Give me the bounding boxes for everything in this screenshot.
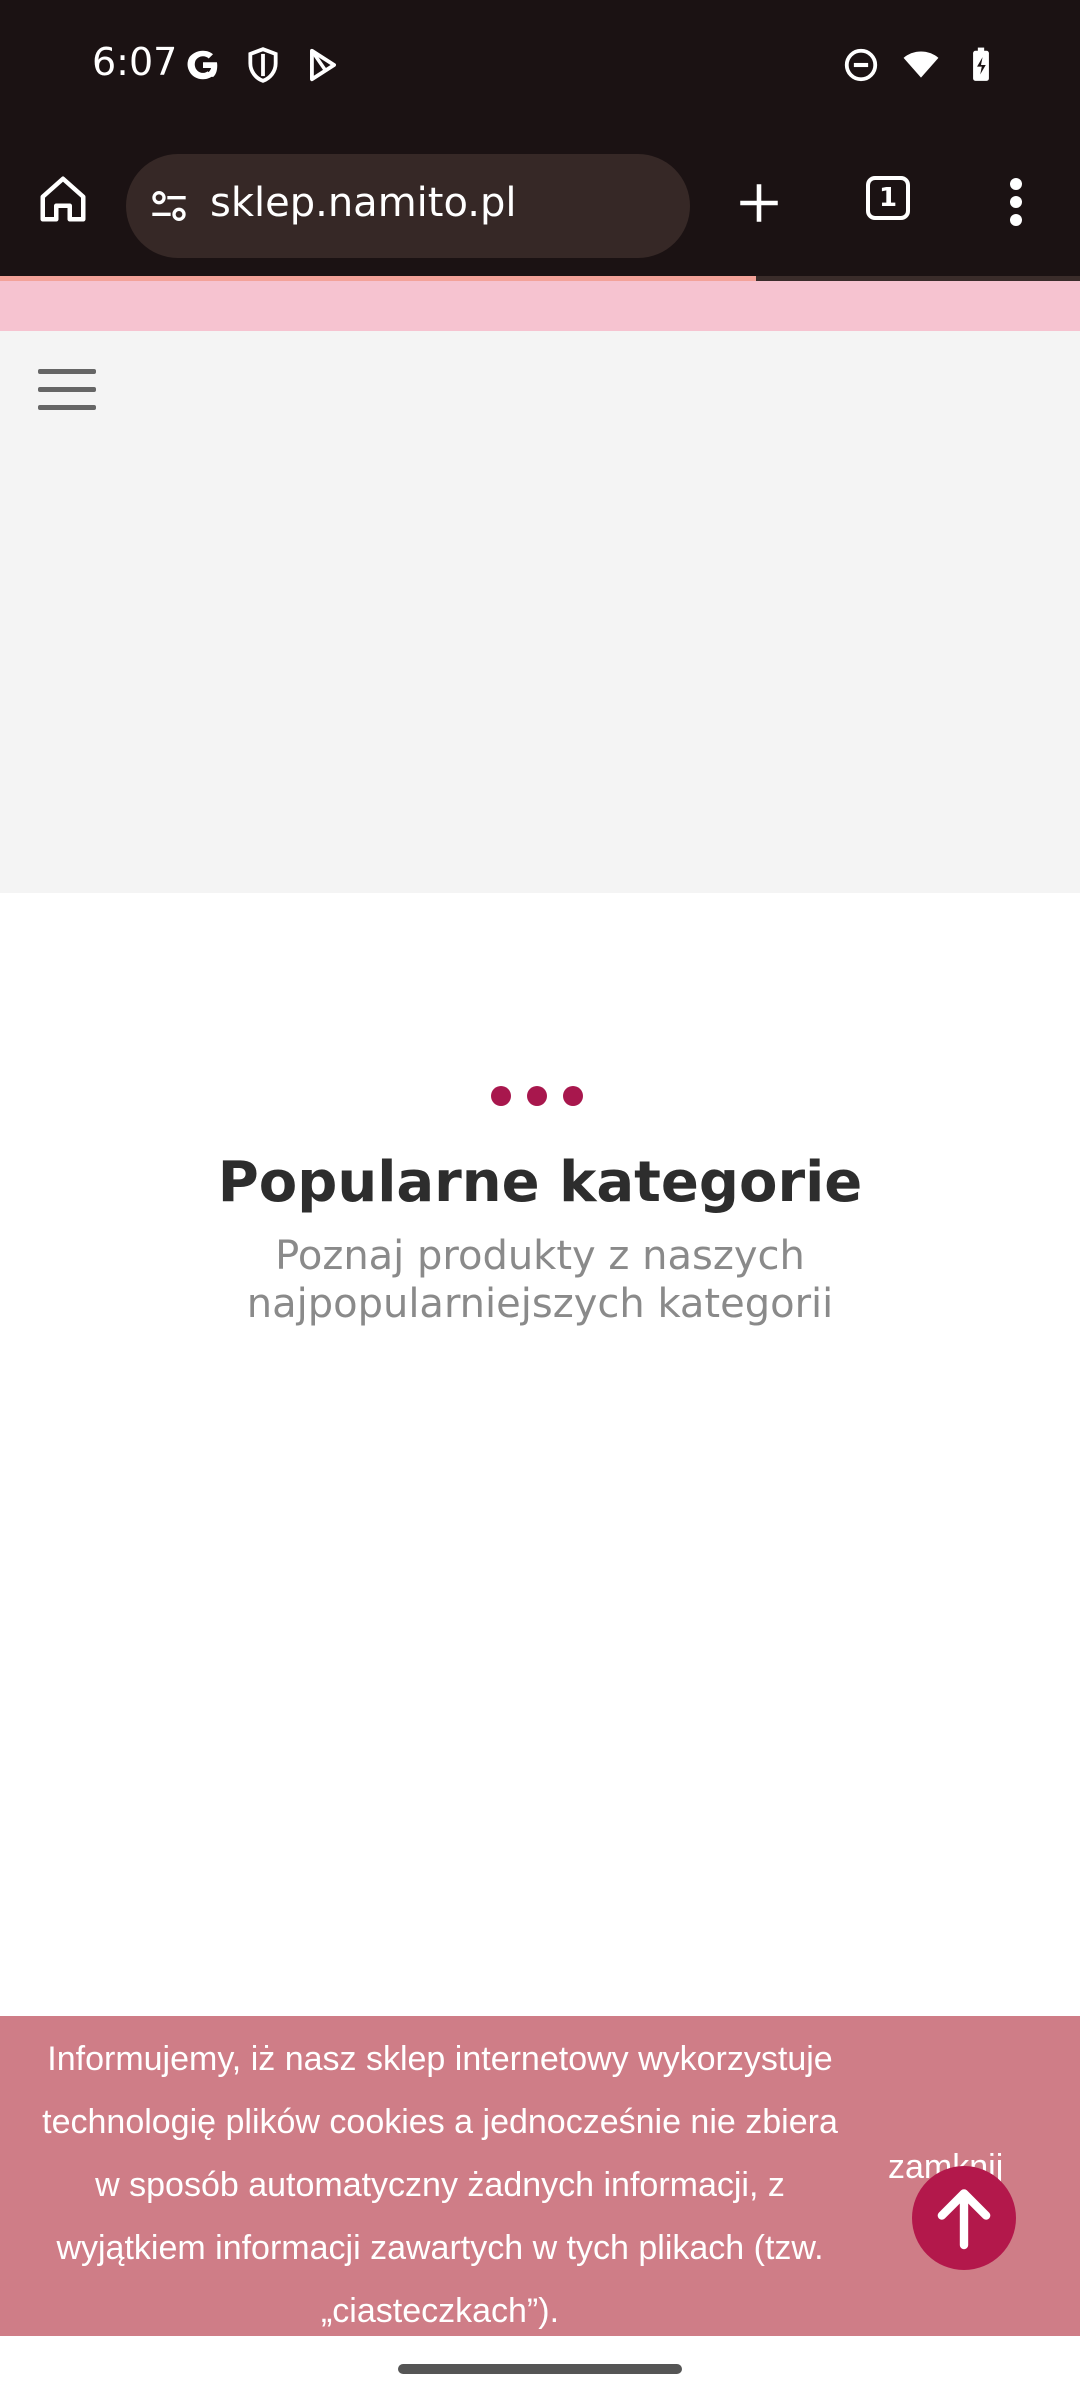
home-icon[interactable]	[36, 172, 90, 226]
status-bar: 6:07	[0, 0, 1080, 132]
cookie-line: wyjątkiem informacji zawartych w tych pl…	[56, 2229, 824, 2267]
scroll-to-top-button[interactable]	[912, 2166, 1016, 2270]
address-bar[interactable]: sklep.namito.pl	[126, 154, 690, 258]
gesture-home-indicator[interactable]	[398, 2364, 682, 2374]
new-tab-icon[interactable]	[734, 178, 784, 228]
status-system-icons	[842, 46, 1000, 84]
status-notification-icons	[184, 46, 342, 84]
tab-switcher-button[interactable]: 1	[866, 176, 910, 220]
site-header	[0, 331, 1080, 893]
section-title: Popularne kategorie	[217, 1150, 863, 1215]
site-settings-icon[interactable]	[148, 186, 190, 226]
shield-icon	[248, 47, 278, 83]
url-text[interactable]: sklep.namito.pl	[210, 180, 516, 226]
arrow-up-icon	[937, 2189, 991, 2250]
cookie-line: „ciasteczkach”).	[320, 2292, 560, 2330]
cookie-line: technologię plików cookies a jednocześni…	[42, 2103, 838, 2141]
battery-icon	[973, 47, 989, 81]
cookie-banner: Informujemy, iż nasz sklep internetowy w…	[0, 2016, 1080, 2336]
play-store-icon	[310, 48, 336, 82]
cookie-line: Informujemy, iż nasz sklep internetowy w…	[47, 2040, 833, 2078]
section-subtitle: Poznaj produkty z naszych najpopularniej…	[246, 1233, 834, 1327]
cookie-message: Informujemy, iż nasz sklep internetowy w…	[0, 2028, 880, 2343]
promo-strip	[0, 281, 1080, 331]
dnd-icon	[844, 48, 878, 82]
google-icon	[187, 50, 218, 80]
cookie-line: w sposób automatyczny żadnych informacji…	[95, 2166, 785, 2204]
more-menu-icon[interactable]	[1006, 176, 1026, 228]
status-time: 6:07	[92, 40, 178, 84]
wifi-icon	[903, 51, 939, 78]
browser-toolbar: sklep.namito.pl 1	[0, 132, 1080, 278]
section-decoration-dots	[491, 1086, 583, 1106]
hamburger-menu-icon[interactable]	[38, 369, 96, 411]
